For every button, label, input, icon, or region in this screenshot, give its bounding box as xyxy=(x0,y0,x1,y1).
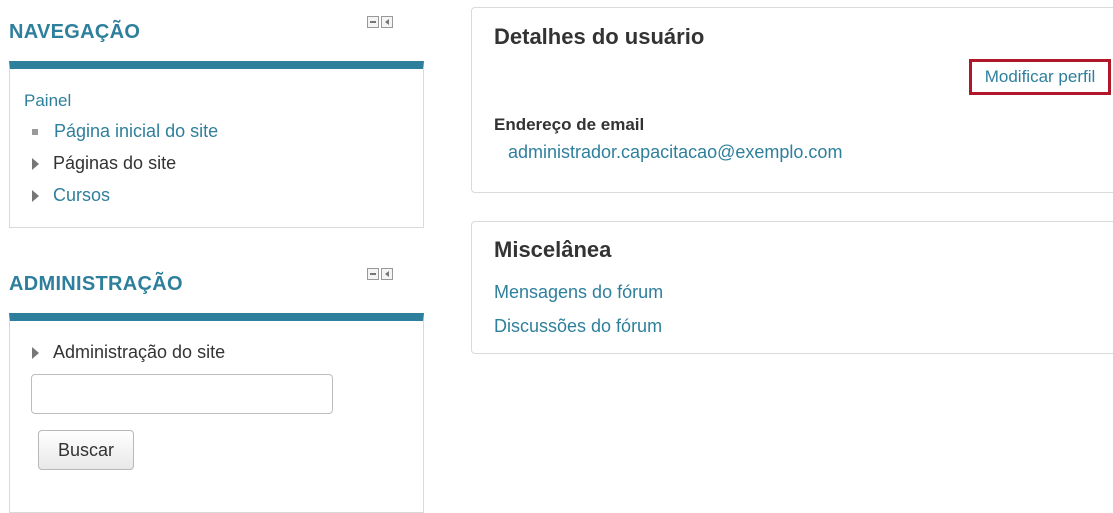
bullet-icon xyxy=(32,128,38,135)
dock-block-icon[interactable] xyxy=(381,268,393,280)
search-button[interactable]: Buscar xyxy=(38,430,134,470)
collapsed-triangle-icon xyxy=(32,189,39,202)
nav-root-painel[interactable]: Painel xyxy=(24,91,71,111)
edit-profile-link[interactable]: Modificar perfil xyxy=(969,59,1111,95)
dock-block-icon[interactable] xyxy=(381,16,393,28)
nav-item-site-home[interactable]: Página inicial do site xyxy=(31,121,218,142)
nav-item-courses[interactable]: Cursos xyxy=(31,185,110,206)
user-details-title: Detalhes do usuário xyxy=(494,24,705,49)
admin-item-site-administration[interactable]: Administração do site xyxy=(31,342,225,363)
collapsed-triangle-icon xyxy=(32,346,39,359)
minimize-block-icon[interactable] xyxy=(367,16,379,28)
nav-item-label[interactable]: Páginas do site xyxy=(53,153,176,174)
misc-title: Miscelânea xyxy=(494,237,612,262)
administration-block-title: ADMINISTRAÇÃO xyxy=(9,273,183,295)
collapsed-triangle-icon xyxy=(32,157,39,170)
admin-item-label[interactable]: Administração do site xyxy=(53,342,225,363)
nav-item-label[interactable]: Cursos xyxy=(53,185,110,206)
forum-posts-link[interactable]: Mensagens do fórum xyxy=(494,282,663,303)
nav-item-label[interactable]: Página inicial do site xyxy=(54,121,218,142)
navigation-block-title: NAVEGAÇÃO xyxy=(9,21,141,43)
email-value-link[interactable]: administrador.capacitacao@exemplo.com xyxy=(508,142,842,163)
email-label: Endereço de email xyxy=(494,115,645,134)
navigation-block-controls xyxy=(367,16,393,28)
admin-search-input[interactable] xyxy=(31,374,333,414)
minimize-block-icon[interactable] xyxy=(367,268,379,280)
nav-item-site-pages[interactable]: Páginas do site xyxy=(31,153,176,174)
forum-discussions-link[interactable]: Discussões do fórum xyxy=(494,316,662,337)
administration-block-controls xyxy=(367,268,393,280)
